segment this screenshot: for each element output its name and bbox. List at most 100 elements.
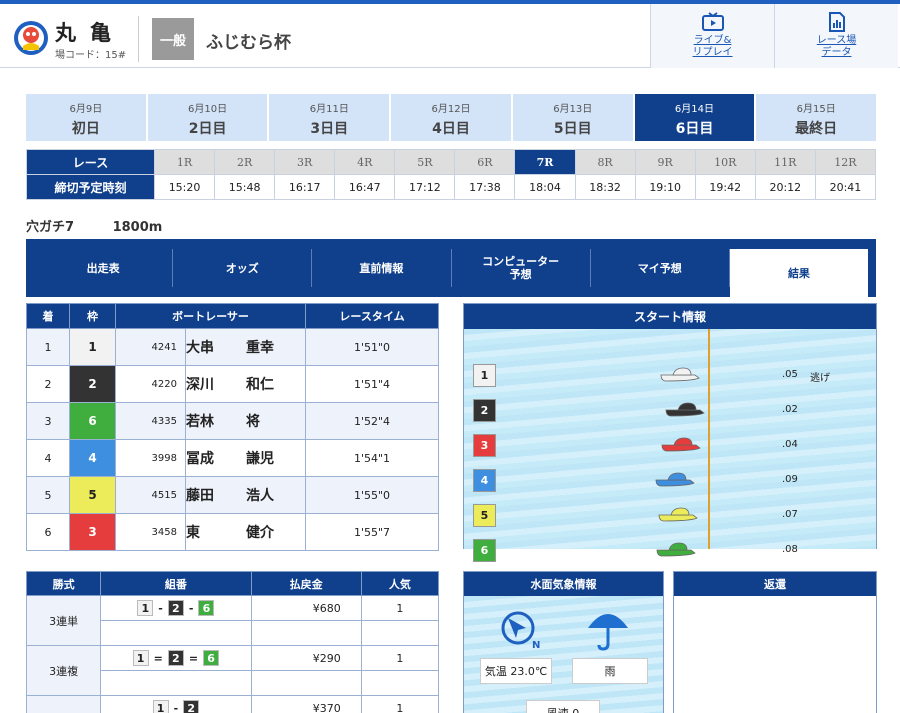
start-row: 1 .05 逃げ [464,364,876,387]
place: 2 [26,365,70,403]
place: 5 [26,476,70,514]
combination-separator: - [188,601,194,615]
start-row: 3.04 [464,434,876,457]
place: 1 [26,328,70,366]
start-timing: .09 [782,474,798,485]
payout-header: 勝式 [25,571,102,596]
live-replay-button[interactable]: ライブ& リプレイ [650,4,774,68]
result-row: 3 6 4335 若林 将 1'52"4 [26,402,439,440]
combination-badges: 1 = 2 = 6 [132,650,220,666]
nav-tab-1[interactable]: 出走表 [34,249,174,287]
race-title: ふじむら杯 [206,33,291,53]
payout-amount: ¥290 [250,645,362,671]
race-tab-1[interactable]: 1R [153,149,216,175]
combination-frame: 1 [152,700,169,713]
racer-last-name: 深川 [186,377,214,393]
race-tab-8[interactable]: 8R [574,149,636,175]
day-tab-1[interactable]: 6月9日 初日 [26,94,146,141]
start-row: 6.08 [464,539,876,562]
nav-tab-6[interactable]: 結果 [729,249,869,297]
combination-separator: = [153,651,163,665]
day-tab-6[interactable]: 6月14日 6日目 [634,94,755,141]
payout-row: 3連複 1 = 2 = 6 ¥290 1 [25,645,440,696]
racer-name[interactable]: 冨成 謙児 [185,439,306,477]
racer-last-name: 大串 [186,340,214,356]
data-label-1: レース場 [816,35,857,46]
deadline-label: 締切予定時刻 [26,174,155,200]
race-tab-12[interactable]: 12R [814,149,877,175]
start-timing: .04 [782,439,798,450]
day-tab-5[interactable]: 6月13日 5日目 [512,94,633,141]
racer-last-name: 冨成 [186,451,214,467]
result-row: 6 3 3458 東 健介 1'55"7 [26,513,439,551]
course-badge: 6 [473,539,496,562]
boat-icon [656,542,696,557]
race-tab-11[interactable]: 11R [754,149,816,175]
course-badge: 2 [473,399,496,422]
nav-tab-2[interactable]: オッズ [173,249,313,287]
race-tab-3[interactable]: 3R [274,149,336,175]
deadline-time: 16:47 [334,174,396,200]
start-info-title: スタート情報 [464,304,876,329]
racer-reg-no: 3998 [115,439,186,477]
nav-tab-3[interactable]: 直前情報 [312,249,452,287]
nav-tab-4[interactable]: コンピューター 予想 [452,249,591,287]
venue-data-button[interactable]: レース場 データ [774,4,898,68]
racer-name[interactable]: 藤田 浩人 [185,476,306,514]
deadline-time: 15:20 [153,174,216,200]
racer-first-name: 重幸 [246,340,274,356]
header-divider [138,16,139,62]
race-tab-10[interactable]: 10R [694,149,756,175]
wind-speed-box: 風速 0 [526,700,600,713]
empty-cell [360,620,440,646]
empty-cell [100,670,252,696]
race-tab-6[interactable]: 6R [454,149,516,175]
day-tab-label: 5日目 [553,121,592,137]
live-label-1: ライブ& [693,35,732,46]
venue-name: 丸亀 [55,21,125,45]
deadline-time: 18:04 [514,174,576,200]
combination-separator: - [173,701,179,713]
race-tab-2[interactable]: 2R [214,149,276,175]
combination-frame: 6 [198,600,215,616]
payout-amount: ¥680 [250,595,362,621]
racer-name[interactable]: 大串 重幸 [185,328,306,366]
result-row: 1 1 4241 大串 重幸 1'51"0 [26,328,439,366]
payout-row: 3連単 1-2-6 ¥680 1 [25,595,440,646]
day-tab-date: 6月15日 [796,104,836,115]
frame-badge: 1 [69,328,116,366]
day-tab-4[interactable]: 6月12日 4日目 [391,94,511,141]
racer-first-name: 健介 [246,525,274,541]
day-tab-date: 6月9日 [69,104,103,115]
boat-icon [660,367,700,382]
race-time: 1'51"4 [305,365,439,403]
payout-header-row: 勝式 組番 払戻金 人気 [25,571,440,596]
place: 6 [26,513,70,551]
nav-tab-5[interactable]: マイ予想 [591,249,730,287]
day-tab-7[interactable]: 6月15日 最終日 [756,94,877,141]
weather-body: N 気温 23.0℃ 雨 風速 0 [464,596,663,713]
race-tab-4[interactable]: 4R [334,149,396,175]
result-header: レースタイム [305,303,439,329]
combination-frame: 1 [137,600,154,616]
result-table: 着枠ボートレーサー レースタイム 1 1 4241 大串 重幸 1'51"0 2 2 4220 深川和… [26,303,439,551]
result-row: 2 2 4220 深川 和仁 1'51"4 [26,365,439,403]
frame-badge: 3 [69,513,116,551]
day-tab-date: 6月14日 [674,104,714,115]
race-tab-5[interactable]: 5R [394,149,456,175]
day-tab-2[interactable]: 6月10日 2日目 [147,94,268,141]
racer-reg-no: 4335 [115,402,186,440]
race-tab-7[interactable]: 7R [514,149,576,175]
popularity: 1 [360,695,440,713]
race-tab-9[interactable]: 9R [634,149,696,175]
day-tab-date: 6月10日 [188,104,228,115]
racer-name[interactable]: 東 健介 [185,513,306,551]
race-time: 1'54"1 [305,439,439,477]
day-tab-label: 6日目 [675,121,714,137]
start-timing: .05 [782,369,798,380]
grade-badge: 一般 [152,18,194,60]
racer-name[interactable]: 深川 和仁 [185,365,306,403]
boat-icon [665,402,705,417]
day-tab-3[interactable]: 6月11日 3日目 [269,94,390,141]
racer-name[interactable]: 若林 将 [185,402,306,440]
